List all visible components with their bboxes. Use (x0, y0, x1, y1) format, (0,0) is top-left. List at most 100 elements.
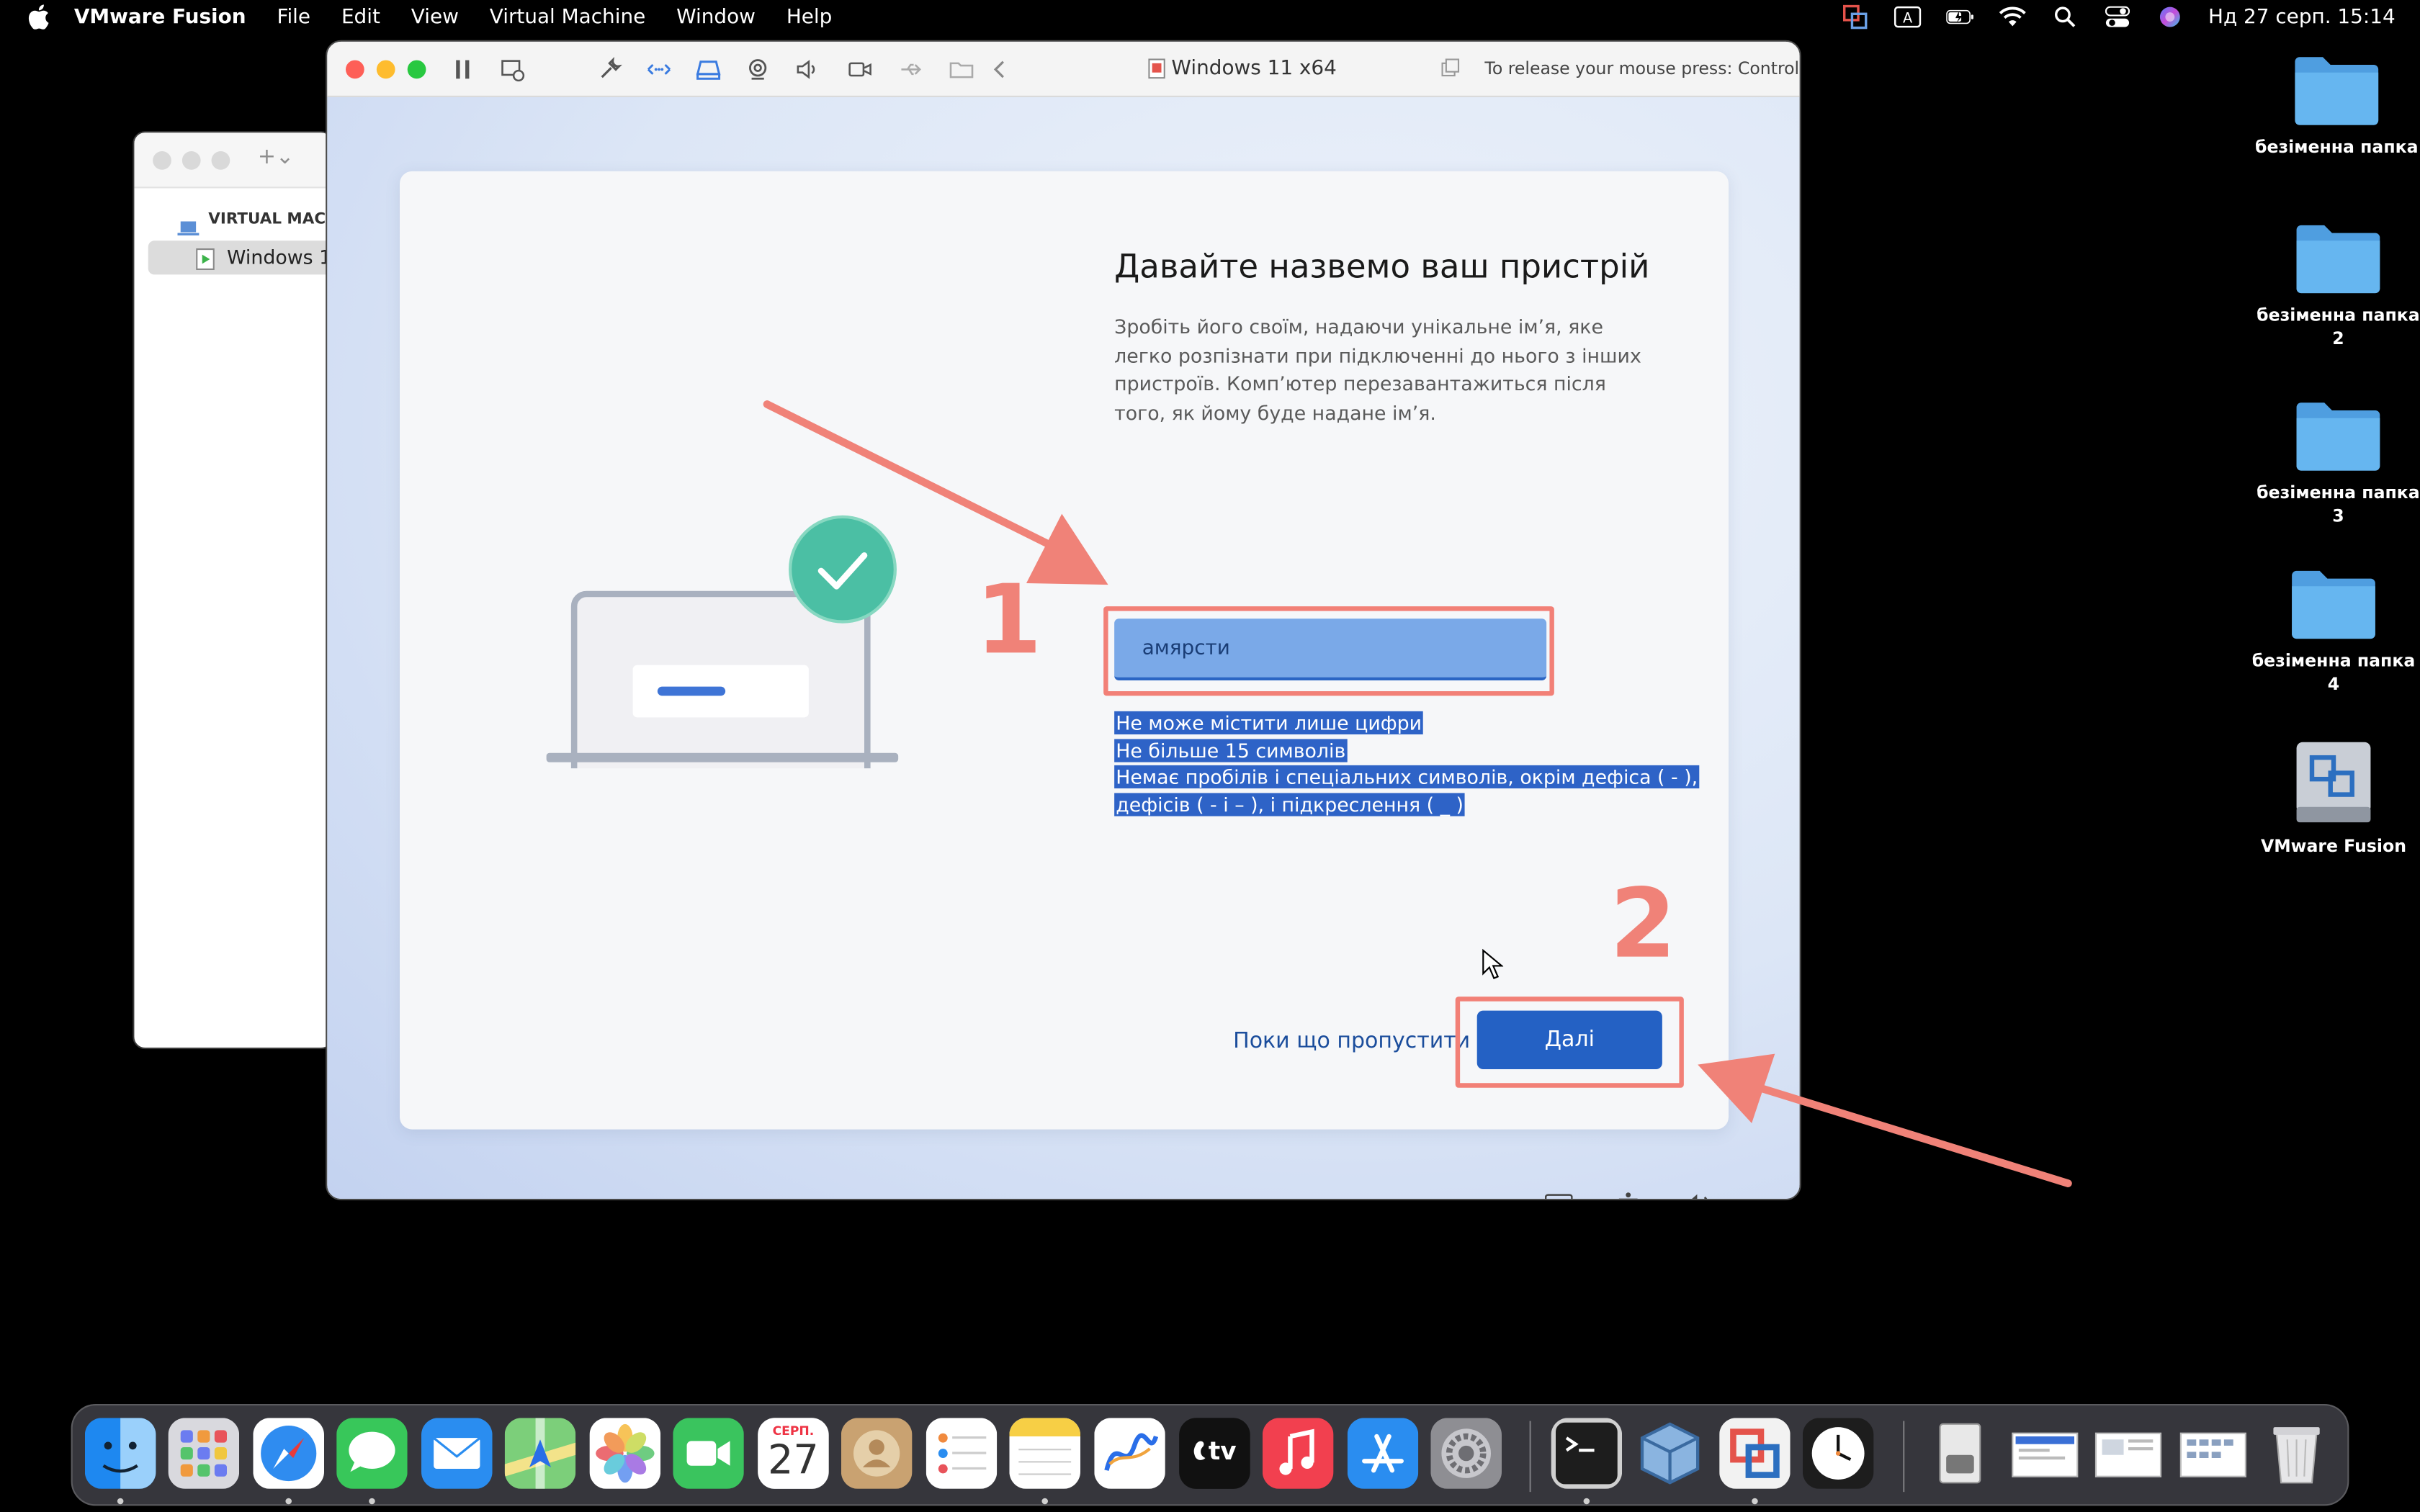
desktop-folder-label: безіменна папка (2254, 137, 2419, 158)
mouse-cursor-icon (1482, 948, 1504, 979)
accessibility-icon[interactable] (1616, 1191, 1641, 1200)
video-camera-icon[interactable] (847, 57, 871, 81)
notes-icon[interactable] (1009, 1418, 1080, 1489)
label-line-2: 2 (2332, 328, 2344, 349)
guest-display[interactable]: Давайте назвемо ваш пристрій Зробіть йог… (327, 97, 1800, 1200)
usb-icon[interactable] (898, 57, 923, 81)
calendar-icon[interactable]: СЕРП. 27 (758, 1418, 829, 1489)
label-line-2: 3 (2332, 505, 2344, 526)
label-line-1: безіменна папка (2251, 651, 2416, 672)
trash-icon[interactable] (2261, 1418, 2332, 1489)
photos-icon[interactable] (589, 1418, 661, 1489)
tv-label: tv (1208, 1436, 1237, 1466)
apple-menu-icon[interactable] (24, 3, 53, 31)
input-source-letter: A (1903, 9, 1913, 26)
library-minimize-button[interactable] (182, 151, 201, 170)
vm-window-title: Windows 11 x64 (1171, 57, 1337, 81)
screenshot-icon[interactable] (2178, 1418, 2249, 1489)
contacts-icon[interactable] (841, 1418, 913, 1489)
desktop-folder-1[interactable]: безіменна папка (2244, 53, 2420, 159)
library-vm-name: Windows 11 (227, 245, 333, 269)
screenshot-icon[interactable] (2093, 1418, 2164, 1489)
messages-icon[interactable] (336, 1418, 408, 1489)
tv-icon[interactable]: tv (1179, 1418, 1250, 1489)
app-store-icon[interactable] (1347, 1418, 1419, 1489)
battery-icon[interactable] (1945, 4, 1974, 29)
add-vm-dropdown-icon[interactable]: +⌄ (258, 145, 294, 169)
terminal-icon[interactable] (1551, 1418, 1623, 1489)
library-vm-row[interactable]: Windows 11 (148, 240, 333, 276)
annotation-next-highlight (1455, 996, 1684, 1088)
launchpad-icon[interactable] (168, 1418, 240, 1489)
running-indicator (285, 1498, 292, 1505)
dock-separator (1529, 1421, 1531, 1493)
running-indicator (1752, 1498, 1758, 1505)
menu-edit[interactable]: Edit (341, 6, 380, 29)
calendar-month: СЕРП. (772, 1423, 815, 1439)
library-close-button[interactable] (153, 151, 171, 170)
siri-icon[interactable] (2156, 4, 2184, 29)
desktop-folder-4[interactable]: безіменна папка 4 (2241, 566, 2420, 696)
calendar-day: 27 (767, 1438, 819, 1485)
library-zoom-button[interactable] (211, 151, 230, 170)
snapshot-icon[interactable] (500, 57, 525, 82)
menu-view[interactable]: View (411, 6, 459, 29)
control-center-icon[interactable] (2103, 4, 2131, 29)
facetime-icon[interactable] (673, 1418, 744, 1489)
status-area: A Нд 27 серп. 15:14 (1841, 0, 2396, 34)
laptop-small-icon (177, 213, 200, 243)
label-line-1: безіменна папка (2257, 482, 2420, 503)
device-name-rules: Не може містити лише цифри Не більше 15 … (1114, 710, 1700, 818)
menu-help[interactable]: Help (786, 6, 833, 29)
maps-icon[interactable] (504, 1418, 576, 1489)
desktop-vmware-fusion-volume[interactable]: VMware Fusion (2241, 739, 2420, 858)
finder-icon[interactable] (84, 1418, 156, 1489)
menu-file[interactable]: File (277, 6, 310, 29)
virtualbox-icon[interactable] (1634, 1418, 1706, 1489)
menu-window[interactable]: Window (676, 6, 756, 29)
shared-folder-icon[interactable] (949, 57, 974, 81)
mail-icon[interactable] (421, 1418, 493, 1489)
system-settings-icon[interactable] (1430, 1418, 1502, 1489)
desktop-item-label: VMware Fusion (2260, 836, 2406, 857)
sound-icon[interactable] (795, 57, 820, 81)
vmware-status-icon[interactable] (1841, 4, 1869, 30)
settings-wrench-icon[interactable] (597, 57, 622, 81)
vm-document-icon (1148, 58, 1165, 79)
camera-device-icon[interactable] (745, 57, 770, 81)
menu-app-name[interactable]: VMware Fusion (74, 6, 246, 29)
vm-running-icon (196, 247, 215, 276)
vm-zoom-button[interactable] (407, 60, 426, 79)
oobe-name-device-card: Давайте назвемо ваш пристрій Зробіть йог… (400, 171, 1729, 1130)
rule-allowed-symbols: дефісів ( - і – ), і підкреслення ( _ ) (1114, 792, 1466, 816)
library-section-virtual-machines: VIRTUAL MACH (208, 211, 333, 229)
skip-for-now-link[interactable]: Поки що пропустити (1233, 1029, 1470, 1053)
vmware-fusion-icon[interactable] (1719, 1418, 1791, 1489)
disk-utility-icon[interactable] (1924, 1418, 1996, 1489)
spotlight-search-icon[interactable] (2051, 4, 2079, 29)
hard-disk-icon[interactable] (696, 57, 721, 81)
vm-minimize-button[interactable] (376, 60, 395, 79)
clock-icon[interactable] (1802, 1418, 1874, 1489)
running-indicator (1041, 1498, 1048, 1505)
oobe-description: Зробіть його своїм, надаючи унікальне ім… (1114, 315, 1641, 424)
reminders-icon[interactable] (926, 1418, 998, 1489)
desktop-folder-2[interactable]: безіменна папка 2 (2246, 220, 2420, 350)
menu-virtual-machine[interactable]: Virtual Machine (490, 6, 645, 29)
menu-clock[interactable]: Нд 27 серп. 15:14 (2208, 6, 2396, 29)
network-icon[interactable] (647, 57, 671, 81)
folder-icon (2292, 570, 2375, 639)
freeform-icon[interactable] (1094, 1418, 1165, 1489)
pause-icon[interactable] (451, 57, 475, 81)
wifi-icon[interactable] (1999, 4, 2027, 29)
keyboard-icon[interactable] (1545, 1192, 1573, 1200)
screenshot-icon[interactable] (2009, 1418, 2081, 1489)
volume-icon[interactable] (1682, 1192, 1713, 1200)
music-icon[interactable] (1262, 1418, 1334, 1489)
chevron-left-icon[interactable] (987, 57, 1012, 81)
desktop-folder-3[interactable]: безіменна папка 3 (2246, 398, 2420, 528)
vm-close-button[interactable] (346, 60, 364, 79)
input-source-icon[interactable]: A (1894, 4, 1922, 29)
desktop-folder-label: безіменна папка 2 (2246, 304, 2420, 350)
safari-icon[interactable] (253, 1418, 324, 1489)
